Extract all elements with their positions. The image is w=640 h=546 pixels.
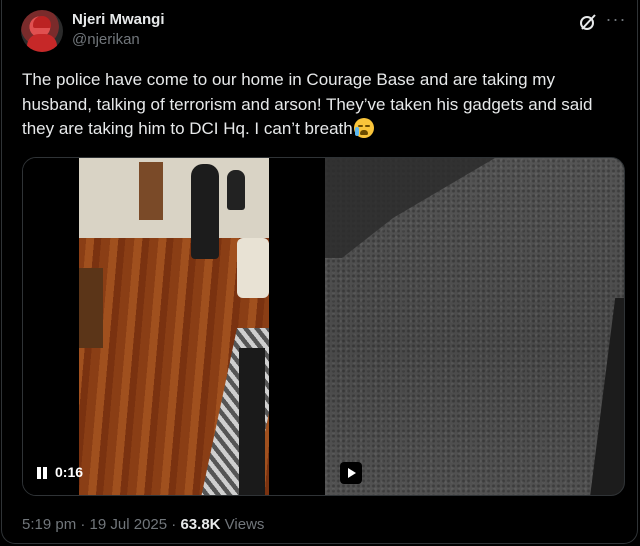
avatar-shirt [27,34,57,52]
pause-icon[interactable] [35,465,49,481]
tweet-body: The police have come to our home in Cour… [22,70,593,138]
leg-foreground [239,348,265,495]
video-timer: 0:16 [55,464,84,480]
cabinet [79,268,103,348]
media-grid: 0:16 [22,157,625,496]
views-count[interactable]: 63.8K [180,516,220,533]
author-name[interactable]: Njeri Mwangi [72,11,165,28]
more-icon[interactable]: ··· [604,10,628,30]
crying-face-icon [353,118,374,138]
post-date[interactable]: 19 Jul 2025 [90,516,168,533]
video-player-2[interactable] [325,158,624,495]
separator: · [80,516,86,533]
post-time[interactable]: 5:19 pm [22,516,76,533]
person-background [227,170,245,210]
sofa [237,238,269,298]
video-player-1[interactable]: 0:16 [23,158,325,495]
separator: · [171,516,177,533]
person-standing [191,164,219,259]
play-icon[interactable] [340,462,362,484]
avatar[interactable] [21,10,63,52]
author-handle[interactable]: @njerikan [72,31,140,48]
mouth [359,130,368,135]
grok-icon[interactable] [578,12,598,32]
tear [354,127,359,136]
tweet-meta: 5:19 pm · 19 Jul 2025 · 63.8K Views [22,516,264,533]
views-label: Views [224,516,265,533]
tweet-text: The police have come to our home in Cour… [22,68,622,142]
video-thumbnail-room [79,158,269,495]
avatar-hat [33,16,51,28]
door [139,162,163,220]
